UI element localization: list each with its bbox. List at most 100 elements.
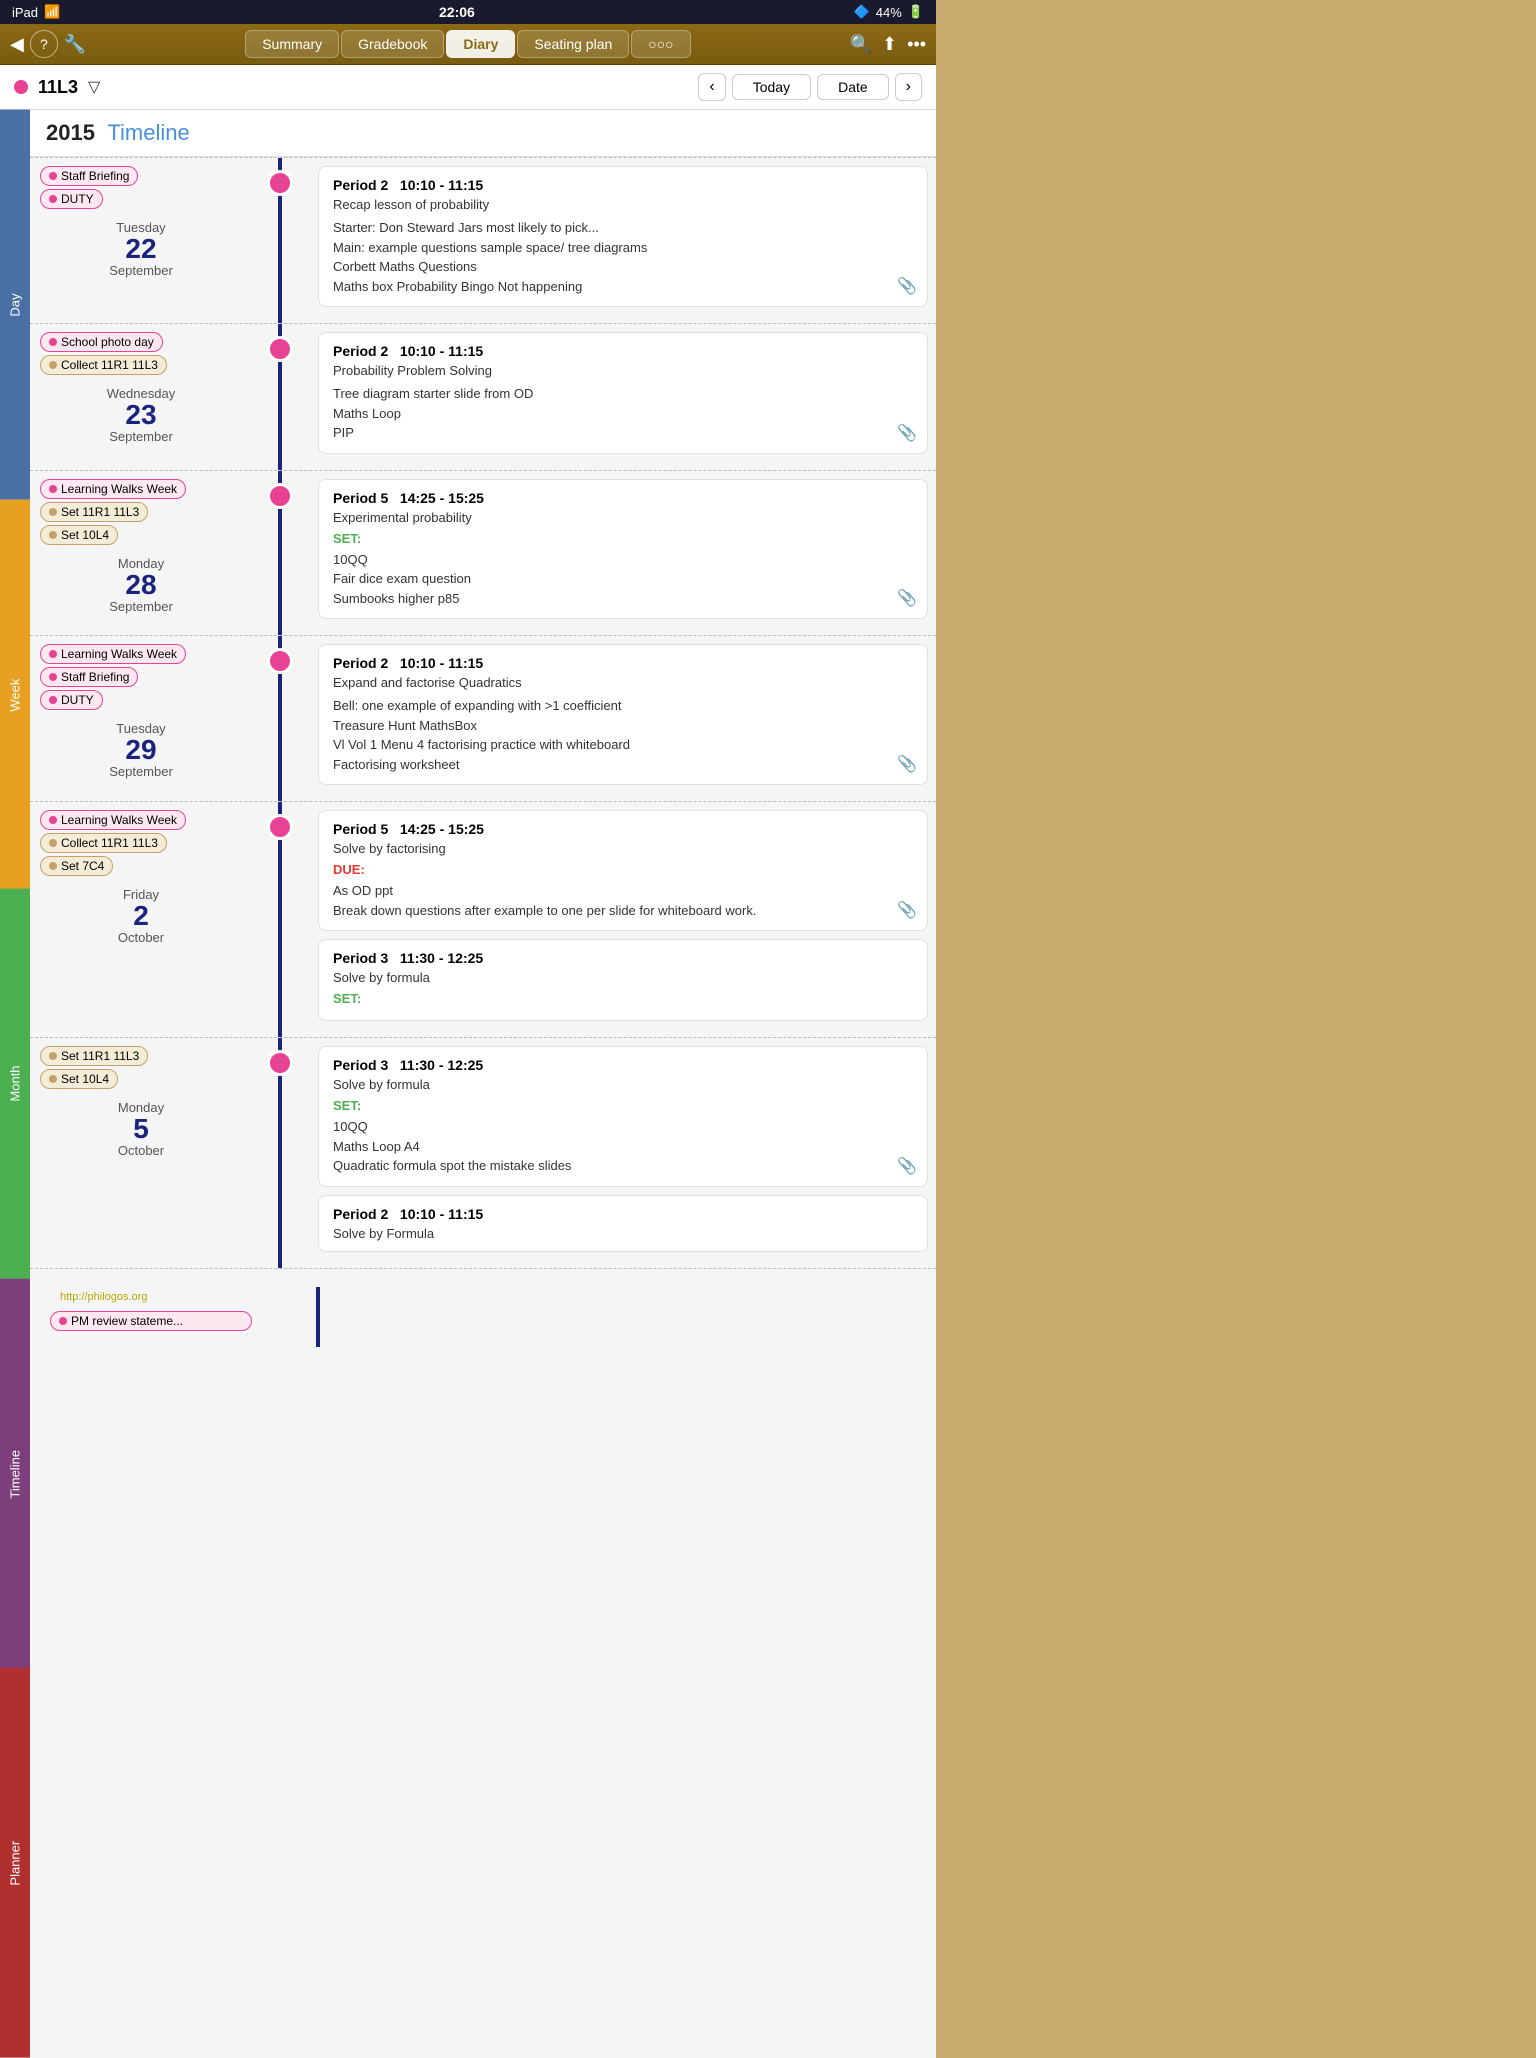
mon5oct-entries: Period 3 11:30 - 12:25 Solve by formula … xyxy=(310,1038,936,1268)
entry-body: Tree diagram starter slide from OD Maths… xyxy=(333,384,913,443)
mon5oct-pills: Set 11R1 11L3 Set 10L4 xyxy=(40,1046,242,1092)
sidebar-item-timeline[interactable]: Timeline xyxy=(0,1279,30,1669)
tue29-date: Tuesday 29 September xyxy=(40,717,242,783)
pill-duty-2: DUTY xyxy=(40,690,103,710)
tab-seating[interactable]: Seating plan xyxy=(517,30,629,58)
entry-header: Period 2 10:10 - 11:15 xyxy=(333,177,913,193)
pill-set-11r1-2: Set 11R1 11L3 xyxy=(40,1046,148,1066)
pill-label: PM review stateme... xyxy=(71,1314,183,1328)
pill-label: DUTY xyxy=(61,192,94,206)
pill-label: Collect 11R1 11L3 xyxy=(61,358,158,372)
sidebar-item-month[interactable]: Month xyxy=(0,889,30,1279)
status-left: iPad 📶 xyxy=(12,4,60,20)
mon28-left: Learning Walks Week Set 11R1 11L3 Set 10… xyxy=(30,471,250,636)
pill-dot-tan xyxy=(49,839,57,847)
tab-diary[interactable]: Diary xyxy=(446,30,515,58)
search-button[interactable]: 🔍 xyxy=(850,34,872,55)
filter-icon[interactable]: ▽ xyxy=(88,77,100,97)
pill-dot-pink xyxy=(49,650,57,658)
tue29-circle xyxy=(267,648,293,674)
tue22-pills: Staff Briefing DUTY xyxy=(40,166,242,212)
help-button[interactable]: ? xyxy=(30,30,58,58)
sidebar-item-day[interactable]: Day xyxy=(0,110,30,500)
section-wed23: School photo day Collect 11R1 11L3 Wedne… xyxy=(30,323,936,470)
pill-dot-pink xyxy=(49,172,57,180)
view-label: Timeline xyxy=(107,120,189,145)
tue22-center xyxy=(250,158,310,323)
pill-school-photo: School photo day xyxy=(40,332,163,352)
bottom-bar: http://philogos.org PM review stateme... xyxy=(30,1268,936,1351)
entry-header: Period 2 10:10 - 11:15 xyxy=(333,655,913,671)
pill-dot-pink xyxy=(49,816,57,824)
next-arrow[interactable]: › xyxy=(895,73,922,101)
entry-body: Starter: Don Steward Jars most likely to… xyxy=(333,218,913,296)
mon28-entries: Period 5 14:25 - 15:25 Experimental prob… xyxy=(310,471,936,636)
due-label: DUE: xyxy=(333,862,913,877)
paperclip-icon: 📎 xyxy=(897,276,917,296)
mon28-date: Monday 28 September xyxy=(40,552,242,618)
share-button[interactable]: ⬆ xyxy=(882,34,897,55)
entry-subheader: Recap lesson of probability xyxy=(333,197,913,212)
pill-dot-pink xyxy=(49,195,57,203)
class-bar: 11L3 ▽ ‹ Today Date › xyxy=(0,65,936,110)
section-mon28: Learning Walks Week Set 11R1 11L3 Set 10… xyxy=(30,470,936,636)
sidebar-item-planner[interactable]: Planner xyxy=(0,1668,30,2058)
nav-bar: ◀ ? 🔧 Summary Gradebook Diary Seating pl… xyxy=(0,24,936,65)
pill-label: School photo day xyxy=(61,335,154,349)
entry-header: Period 3 11:30 - 12:25 xyxy=(333,1057,913,1073)
entry-card: Period 2 10:10 - 11:15 Expand and factor… xyxy=(318,644,928,785)
pill-learning-walks-3: Learning Walks Week xyxy=(40,810,186,830)
pill-dot-pink xyxy=(49,338,57,346)
bottom-center xyxy=(260,1275,320,1347)
ipad-label: iPad xyxy=(12,5,38,20)
pill-dot-pink xyxy=(49,485,57,493)
back-button[interactable]: ◀ xyxy=(10,34,24,55)
set-label: SET: xyxy=(333,531,913,546)
year-header: 2015 Timeline xyxy=(30,110,936,157)
tue22-left: Staff Briefing DUTY Tuesday 22 September xyxy=(30,158,250,323)
entry-card: Period 5 14:25 - 15:25 Experimental prob… xyxy=(318,479,928,620)
timeline-line-bottom xyxy=(316,1287,320,1347)
overflow-button[interactable]: ••• xyxy=(907,34,926,55)
section-mon5oct: Set 11R1 11L3 Set 10L4 Monday 5 October xyxy=(30,1037,936,1268)
fri2oct-center xyxy=(250,802,310,1037)
entry-header: Period 5 14:25 - 15:25 xyxy=(333,821,913,837)
timeline-area: 2015 Timeline Staff Briefing DUTY xyxy=(30,110,936,2058)
today-button[interactable]: Today xyxy=(732,74,811,100)
wed23-entries: Period 2 10:10 - 11:15 Probability Probl… xyxy=(310,324,936,470)
entry-card-2: Period 2 10:10 - 11:15 Solve by Formula xyxy=(318,1195,928,1252)
wed23-date: Wednesday 23 September xyxy=(40,382,242,448)
tab-summary[interactable]: Summary xyxy=(245,30,339,58)
sidebar-item-week[interactable]: Week xyxy=(0,500,30,890)
pill-learning-walks-1: Learning Walks Week xyxy=(40,479,186,499)
pill-dot-tan xyxy=(49,1075,57,1083)
settings-button[interactable]: 🔧 xyxy=(64,34,86,55)
entry-body: 10QQ Fair dice exam question Sumbooks hi… xyxy=(333,550,913,609)
fri2oct-date: Friday 2 October xyxy=(40,883,242,949)
entry-header: Period 5 14:25 - 15:25 xyxy=(333,490,913,506)
pill-label: Set 10L4 xyxy=(61,528,109,542)
mon5oct-date: Monday 5 October xyxy=(40,1096,242,1162)
entry-card-2: Period 3 11:30 - 12:25 Solve by formula … xyxy=(318,939,928,1021)
class-dot xyxy=(14,80,28,94)
tab-more[interactable]: ○○○ xyxy=(631,30,690,58)
entry-card-1: Period 5 14:25 - 15:25 Solve by factoris… xyxy=(318,810,928,931)
tab-gradebook[interactable]: Gradebook xyxy=(341,30,444,58)
pill-label: Staff Briefing xyxy=(61,169,129,183)
wed23-left: School photo day Collect 11R1 11L3 Wedne… xyxy=(30,324,250,470)
nav-left-buttons: ◀ ? 🔧 xyxy=(10,30,86,58)
wed23-pills: School photo day Collect 11R1 11L3 xyxy=(40,332,242,378)
paperclip-icon: 📎 xyxy=(897,1156,917,1176)
tue22-date: Tuesday 22 September xyxy=(40,216,242,282)
date-button[interactable]: Date xyxy=(817,74,889,100)
fri2oct-pills: Learning Walks Week Collect 11R1 11L3 Se… xyxy=(40,810,242,879)
entry-subheader: Solve by Formula xyxy=(333,1226,913,1241)
pill-label: Learning Walks Week xyxy=(61,813,177,827)
fri2oct-left: Learning Walks Week Collect 11R1 11L3 Se… xyxy=(30,802,250,1037)
entry-subheader: Solve by formula xyxy=(333,1077,913,1092)
mon28-center xyxy=(250,471,310,636)
pill-dot-pink xyxy=(59,1317,67,1325)
entry-subheader: Expand and factorise Quadratics xyxy=(333,675,913,690)
prev-arrow[interactable]: ‹ xyxy=(698,73,725,101)
pill-pm-review: PM review stateme... xyxy=(50,1311,252,1331)
